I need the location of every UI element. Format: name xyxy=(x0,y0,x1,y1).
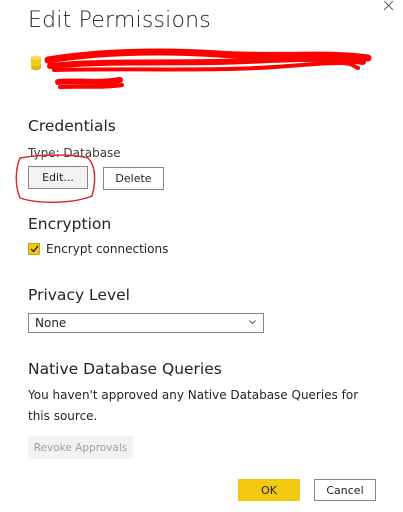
delete-credentials-button[interactable]: Delete xyxy=(103,167,164,190)
ok-button[interactable]: OK xyxy=(238,479,300,501)
privacy-level-value: None xyxy=(35,316,67,330)
dialog-title: Edit Permissions xyxy=(28,8,211,33)
credentials-heading: Credentials xyxy=(28,117,116,135)
close-icon xyxy=(383,0,394,11)
revoke-approvals-button: Revoke Approvals xyxy=(28,436,133,459)
checkbox-checked[interactable] xyxy=(28,243,40,255)
edit-credentials-button[interactable]: Edit... xyxy=(28,166,88,189)
privacy-level-dropdown[interactable]: None xyxy=(28,313,264,333)
native-queries-description: You haven't approved any Native Database… xyxy=(28,388,359,423)
data-source-row xyxy=(28,48,388,94)
native-queries-heading: Native Database Queries xyxy=(28,360,222,378)
chevron-down-icon xyxy=(249,320,256,325)
privacy-level-heading: Privacy Level xyxy=(28,286,130,304)
cancel-button[interactable]: Cancel xyxy=(314,479,376,501)
checkmark-icon xyxy=(30,245,39,253)
encrypt-connections-label: Encrypt connections xyxy=(46,242,169,256)
close-button[interactable] xyxy=(381,0,395,14)
redaction-scribble xyxy=(44,48,372,89)
encrypt-connections-checkbox[interactable]: Encrypt connections xyxy=(28,242,168,256)
encryption-heading: Encryption xyxy=(28,215,112,233)
credential-type: Type: Database xyxy=(28,146,121,160)
